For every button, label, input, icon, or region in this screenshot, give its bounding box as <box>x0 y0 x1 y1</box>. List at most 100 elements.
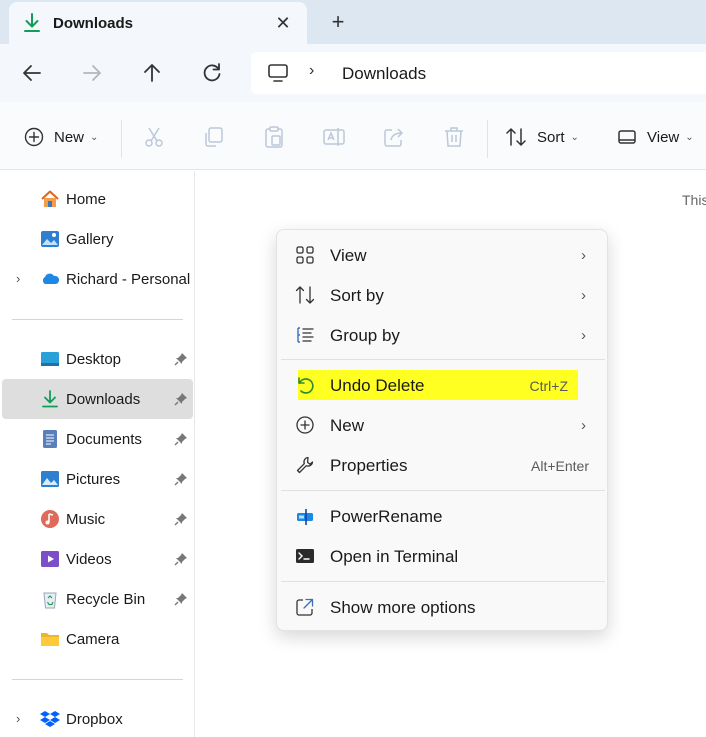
gallery-icon <box>41 231 59 247</box>
menu-item-open-in-terminal[interactable]: Open in Terminal <box>281 536 603 576</box>
pin-icon[interactable] <box>174 592 188 606</box>
menu-item-label: New <box>330 416 365 435</box>
sidebar-item-downloads[interactable]: Downloads <box>2 379 193 419</box>
rename-icon[interactable] <box>322 125 346 149</box>
menu-item-properties[interactable]: Properties Alt+Enter <box>281 445 603 485</box>
sidebar-item-label: Pictures <box>66 471 121 488</box>
paste-icon[interactable] <box>262 125 286 149</box>
menu-item-show-more-options[interactable]: Show more options <box>281 587 603 627</box>
sidebar-item-label: Music <box>66 511 106 528</box>
sort-icon <box>295 286 315 304</box>
undo-icon <box>298 377 314 394</box>
breadcrumb-separator[interactable]: › <box>309 62 314 80</box>
plus-circle-icon <box>296 416 314 434</box>
copy-icon[interactable] <box>202 125 226 149</box>
context-menu: View › Sort by › Group by › Undo Delete … <box>276 229 608 631</box>
sidebar-item-home[interactable]: Home <box>2 179 193 219</box>
cut-icon[interactable] <box>142 125 166 149</box>
chevron-down-icon: ⌄ <box>685 131 694 143</box>
sidebar-item-camera[interactable]: Camera <box>2 619 193 659</box>
refresh-icon[interactable] <box>199 60 225 86</box>
music-icon <box>41 510 59 528</box>
sidebar-item-label: Downloads <box>66 391 141 408</box>
sidebar-item-label: Camera <box>66 631 120 648</box>
menu-item-shortcut: Alt+Enter <box>531 458 589 474</box>
sidebar-item-label: Gallery <box>66 231 114 248</box>
sidebar-item-desktop[interactable]: Desktop <box>2 339 193 379</box>
tab-downloads[interactable]: Downloads ✕ <box>9 2 307 44</box>
pin-icon[interactable] <box>174 472 188 486</box>
sidebar-item-label: Recycle Bin <box>66 591 146 608</box>
share-icon <box>296 598 314 616</box>
sort-button-label: Sort <box>537 128 565 146</box>
videos-icon <box>41 551 59 567</box>
menu-item-label: Properties <box>330 456 408 475</box>
powerrename-icon <box>297 509 313 525</box>
menu-divider <box>281 359 605 360</box>
menu-item-new[interactable]: New › <box>281 405 603 445</box>
sidebar-item-music[interactable]: Music <box>2 499 193 539</box>
chevron-down-icon: ⌄ <box>570 131 579 143</box>
menu-item-powerrename[interactable]: PowerRename <box>281 496 603 536</box>
close-tab-icon[interactable]: ✕ <box>271 11 295 35</box>
share-icon[interactable] <box>382 125 406 149</box>
sidebar-item-onedrive[interactable]: › Richard - Personal <box>2 259 193 299</box>
desktop-icon <box>41 352 59 366</box>
pin-icon[interactable] <box>174 432 188 446</box>
navigation-pane: Home Gallery › Richard - Personal Deskto… <box>0 171 195 737</box>
chevron-right-icon: › <box>581 287 586 304</box>
sidebar-item-label: Home <box>66 191 107 208</box>
wrench-icon <box>296 456 314 474</box>
menu-item-label: PowerRename <box>330 507 443 526</box>
sidebar-item-label: Videos <box>66 551 112 568</box>
menu-item-group-by[interactable]: Group by › <box>281 315 603 355</box>
grid-icon <box>296 246 314 264</box>
chevron-right-icon: › <box>581 247 586 264</box>
navigation-bar: › Downloads <box>0 44 706 102</box>
pin-icon[interactable] <box>174 352 188 366</box>
new-tab-button[interactable]: + <box>326 10 350 34</box>
menu-divider <box>281 581 605 582</box>
pin-icon[interactable] <box>174 552 188 566</box>
toolbar-divider <box>121 120 122 158</box>
menu-item-label: Open in Terminal <box>330 547 459 566</box>
menu-item-sort-by[interactable]: Sort by › <box>281 275 603 315</box>
menu-item-label: Group by <box>330 326 400 345</box>
toolbar-divider <box>487 120 488 158</box>
sidebar-item-gallery[interactable]: Gallery <box>2 219 193 259</box>
sidebar-item-pictures[interactable]: Pictures <box>2 459 193 499</box>
chevron-right-icon[interactable]: › <box>16 711 20 726</box>
sidebar-item-dropbox[interactable]: › Dropbox <box>2 699 193 737</box>
menu-item-shortcut: Ctrl+Z <box>529 378 569 394</box>
address-bar[interactable]: › Downloads <box>251 52 706 94</box>
menu-item-undo-delete[interactable]: Undo Delete Ctrl+Z <box>281 365 603 405</box>
forward-arrow-icon[interactable] <box>79 60 105 86</box>
delete-icon[interactable] <box>442 125 466 149</box>
view-button-label: View <box>647 128 680 146</box>
terminal-icon <box>296 549 314 563</box>
empty-folder-message: This <box>682 192 706 208</box>
back-arrow-icon[interactable] <box>19 60 45 86</box>
up-arrow-icon[interactable] <box>139 60 165 86</box>
breadcrumb-downloads[interactable]: Downloads <box>342 64 426 84</box>
download-icon <box>42 390 58 408</box>
new-button[interactable]: New ⌄ <box>24 124 98 150</box>
menu-item-view[interactable]: View › <box>281 235 603 275</box>
home-icon <box>41 190 59 207</box>
sidebar-item-videos[interactable]: Videos <box>2 539 193 579</box>
view-button[interactable]: View ⌄ <box>617 124 694 150</box>
this-pc-icon[interactable] <box>267 63 289 83</box>
pin-icon[interactable] <box>174 392 188 406</box>
new-button-label: New <box>54 128 85 146</box>
tab-bar: Downloads ✕ + <box>0 0 706 44</box>
pin-icon[interactable] <box>174 512 188 526</box>
sidebar-item-documents[interactable]: Documents <box>2 419 193 459</box>
menu-item-label: View <box>330 246 367 265</box>
chevron-right-icon[interactable]: › <box>16 271 20 286</box>
sidebar-divider <box>12 319 183 320</box>
folder-icon <box>41 633 59 646</box>
dropbox-icon <box>40 711 60 727</box>
menu-divider <box>281 490 605 491</box>
sidebar-item-recycle-bin[interactable]: Recycle Bin <box>2 579 193 619</box>
sort-button[interactable]: Sort ⌄ <box>505 124 579 150</box>
